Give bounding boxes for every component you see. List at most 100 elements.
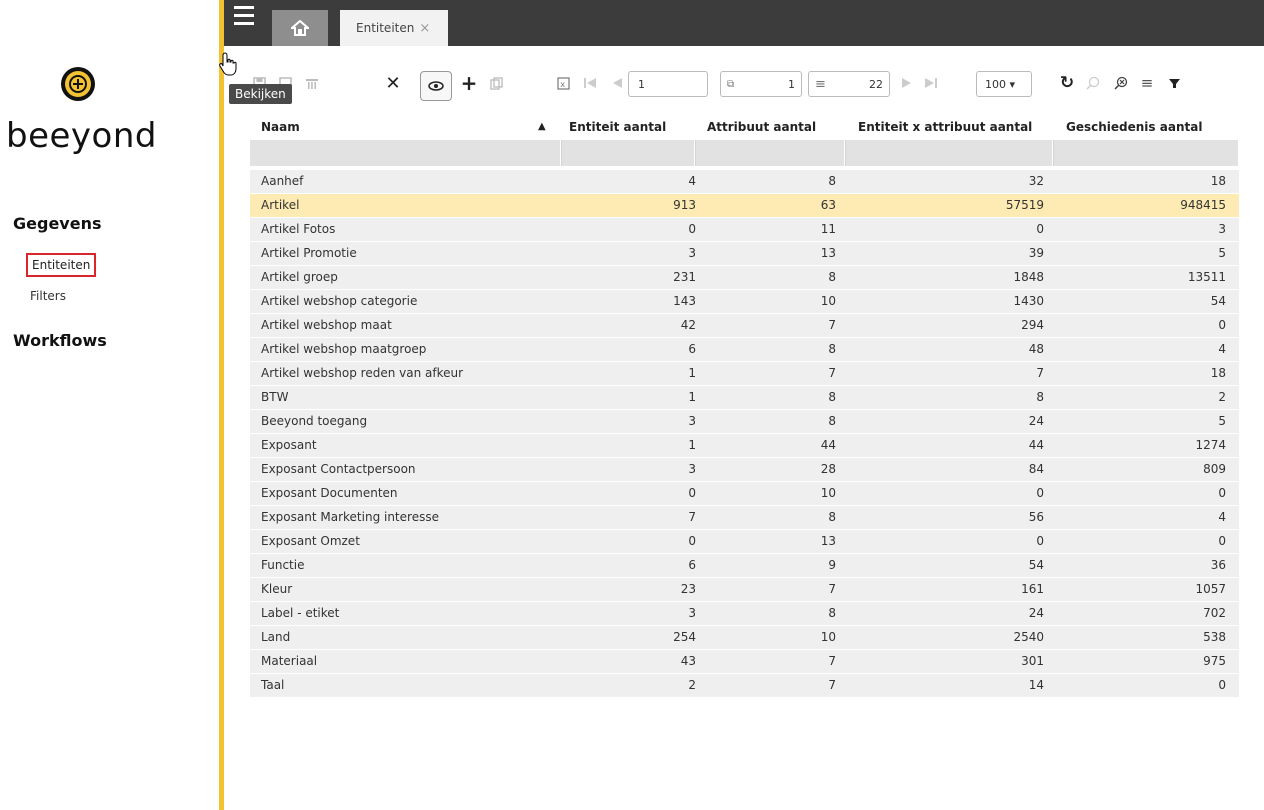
filter-geschiedenis-aantal[interactable] bbox=[1054, 140, 1239, 166]
add-icon[interactable]: + bbox=[460, 71, 478, 95]
sidebar-item-entiteiten[interactable]: Entiteiten bbox=[26, 253, 97, 277]
cell-entiteit-aantal: 0 bbox=[688, 222, 696, 236]
cell-geschiedenis-aantal: 0 bbox=[1218, 486, 1226, 500]
refresh-icon[interactable]: ↻ bbox=[1059, 72, 1075, 94]
table-row[interactable]: Artikel webshop maatgroep 6 8 48 4 bbox=[250, 338, 1239, 362]
table-row[interactable]: Artikel Fotos 0 11 0 3 bbox=[250, 218, 1239, 242]
table-row[interactable]: Artikel Promotie 3 13 39 5 bbox=[250, 242, 1239, 266]
cell-geschiedenis-aantal: 702 bbox=[1203, 606, 1226, 620]
cell-entiteit-aantal: 7 bbox=[688, 510, 696, 524]
cell-entiteit-aantal: 1 bbox=[688, 438, 696, 452]
svg-text:x: x bbox=[560, 80, 565, 89]
next-page-icon[interactable] bbox=[899, 72, 915, 94]
sort-ascending-icon[interactable]: ▲ bbox=[538, 121, 546, 132]
column-header-entiteit-x-attribuut[interactable]: Entiteit x attribuut aantal bbox=[852, 120, 1032, 134]
cell-attribuut-aantal: 7 bbox=[828, 318, 836, 332]
sidebar-item-filters[interactable]: Filters bbox=[30, 289, 66, 303]
search-icon[interactable] bbox=[1085, 72, 1101, 94]
tab-entiteiten[interactable]: Entiteiten × bbox=[340, 10, 448, 46]
cell-geschiedenis-aantal: 538 bbox=[1203, 630, 1226, 644]
cell-entiteit-aantal: 3 bbox=[688, 246, 696, 260]
nav-section-gegevens[interactable]: Gegevens bbox=[13, 214, 101, 233]
page-input-value: 1 bbox=[638, 77, 645, 91]
last-page-icon[interactable] bbox=[923, 72, 939, 94]
cell-entiteit-x-attribuut: 301 bbox=[1021, 654, 1044, 668]
table-row[interactable]: Exposant Omzet 0 13 0 0 bbox=[250, 530, 1239, 554]
table-row[interactable]: Taal 2 7 14 0 bbox=[250, 674, 1239, 698]
filter-attribuut-aantal[interactable] bbox=[696, 140, 845, 166]
cell-geschiedenis-aantal: 0 bbox=[1218, 318, 1226, 332]
current-page-value: 1 bbox=[788, 77, 795, 91]
table-row[interactable]: Exposant Documenten 0 10 0 0 bbox=[250, 482, 1239, 506]
column-header-attribuut-aantal[interactable]: Attribuut aantal bbox=[701, 120, 816, 134]
cell-attribuut-aantal: 8 bbox=[828, 174, 836, 188]
cell-entiteit-aantal: 254 bbox=[673, 630, 696, 644]
cell-attribuut-aantal: 11 bbox=[820, 222, 836, 236]
cell-geschiedenis-aantal: 1057 bbox=[1195, 582, 1226, 596]
home-icon bbox=[291, 20, 309, 36]
first-page-icon[interactable] bbox=[582, 72, 598, 94]
column-header-entiteit-aantal[interactable]: Entiteit aantal bbox=[563, 120, 666, 134]
cell-attribuut-aantal: 7 bbox=[828, 654, 836, 668]
view-button[interactable] bbox=[420, 71, 452, 101]
table-row[interactable]: Artikel 913 63 57519 948415 bbox=[250, 194, 1239, 218]
sidebar-accent-bar bbox=[219, 0, 224, 810]
clear-search-icon[interactable] bbox=[1113, 72, 1129, 94]
filter-entiteit-x-attribuut[interactable] bbox=[846, 140, 1053, 166]
cell-attribuut-aantal: 13 bbox=[820, 246, 836, 260]
pages-icon: ⧉ bbox=[727, 78, 735, 90]
beeyond-logo: beeyond bbox=[6, 66, 206, 186]
table-row[interactable]: Label - etiket 3 8 24 702 bbox=[250, 602, 1239, 626]
column-header-geschiedenis-aantal[interactable]: Geschiedenis aantal bbox=[1060, 120, 1202, 134]
column-header-naam[interactable]: Naam bbox=[255, 120, 300, 134]
cell-entiteit-x-attribuut: 1430 bbox=[1013, 294, 1044, 308]
table-row[interactable]: Artikel groep 231 8 1848 13511 bbox=[250, 266, 1239, 290]
delete-icon[interactable] bbox=[304, 72, 320, 94]
table-row[interactable]: BTW 1 8 8 2 bbox=[250, 386, 1239, 410]
hamburger-icon[interactable] bbox=[234, 6, 256, 30]
cell-entiteit-aantal: 3 bbox=[688, 462, 696, 476]
table-row[interactable]: Artikel webshop reden van afkeur 1 7 7 18 bbox=[250, 362, 1239, 386]
cell-naam: Functie bbox=[261, 558, 305, 572]
cell-naam: Exposant Contactpersoon bbox=[261, 462, 416, 476]
table-row[interactable]: Aanhef 4 8 32 18 bbox=[250, 170, 1239, 194]
table-row[interactable]: Artikel webshop categorie 143 10 1430 54 bbox=[250, 290, 1239, 314]
filter-icon[interactable] bbox=[1166, 72, 1182, 94]
cell-entiteit-aantal: 3 bbox=[688, 606, 696, 620]
excel-export-icon[interactable]: x bbox=[555, 72, 571, 94]
home-tab[interactable] bbox=[272, 10, 328, 46]
cell-entiteit-x-attribuut: 2540 bbox=[1013, 630, 1044, 644]
previous-page-icon[interactable] bbox=[609, 72, 625, 94]
page-size-select[interactable]: 100 ▾ bbox=[976, 71, 1032, 97]
table-row[interactable]: Exposant Marketing interesse 7 8 56 4 bbox=[250, 506, 1239, 530]
filter-entiteit-aantal[interactable] bbox=[562, 140, 695, 166]
cell-attribuut-aantal: 28 bbox=[820, 462, 836, 476]
nav-section-workflows[interactable]: Workflows bbox=[13, 331, 107, 350]
filter-naam[interactable] bbox=[250, 140, 561, 166]
copy-icon[interactable] bbox=[488, 72, 504, 94]
table-row[interactable]: Land 254 10 2540 538 bbox=[250, 626, 1239, 650]
cell-naam: BTW bbox=[261, 390, 289, 404]
cell-naam: Artikel webshop categorie bbox=[261, 294, 418, 308]
table-body: Aanhef 4 8 32 18 Artikel 913 63 57519 948415 Artik… bbox=[250, 170, 1239, 698]
cell-entiteit-x-attribuut: 24 bbox=[1028, 606, 1044, 620]
cell-entiteit-aantal: 43 bbox=[680, 654, 696, 668]
list-icon: ≡ bbox=[815, 76, 826, 92]
cell-entiteit-x-attribuut: 39 bbox=[1028, 246, 1044, 260]
table-row[interactable]: Functie 6 9 54 36 bbox=[250, 554, 1239, 578]
table-row[interactable]: Beeyond toegang 3 8 24 5 bbox=[250, 410, 1239, 434]
cell-attribuut-aantal: 9 bbox=[828, 558, 836, 572]
cell-entiteit-aantal: 1 bbox=[688, 390, 696, 404]
table-row[interactable]: Kleur 23 7 161 1057 bbox=[250, 578, 1239, 602]
page-input[interactable]: 1 bbox=[628, 71, 708, 97]
table-row[interactable]: Materiaal 43 7 301 975 bbox=[250, 650, 1239, 674]
table-row[interactable]: Exposant Contactpersoon 3 28 84 809 bbox=[250, 458, 1239, 482]
table-row[interactable]: Exposant 1 44 44 1274 bbox=[250, 434, 1239, 458]
cell-naam: Taal bbox=[261, 678, 285, 692]
cell-entiteit-aantal: 6 bbox=[688, 558, 696, 572]
columns-menu-icon[interactable]: ≡ bbox=[1139, 72, 1155, 94]
cell-naam: Artikel bbox=[261, 198, 300, 212]
close-icon[interactable]: × bbox=[419, 21, 430, 36]
cancel-icon[interactable]: ✕ bbox=[385, 72, 401, 94]
table-row[interactable]: Artikel webshop maat 42 7 294 0 bbox=[250, 314, 1239, 338]
